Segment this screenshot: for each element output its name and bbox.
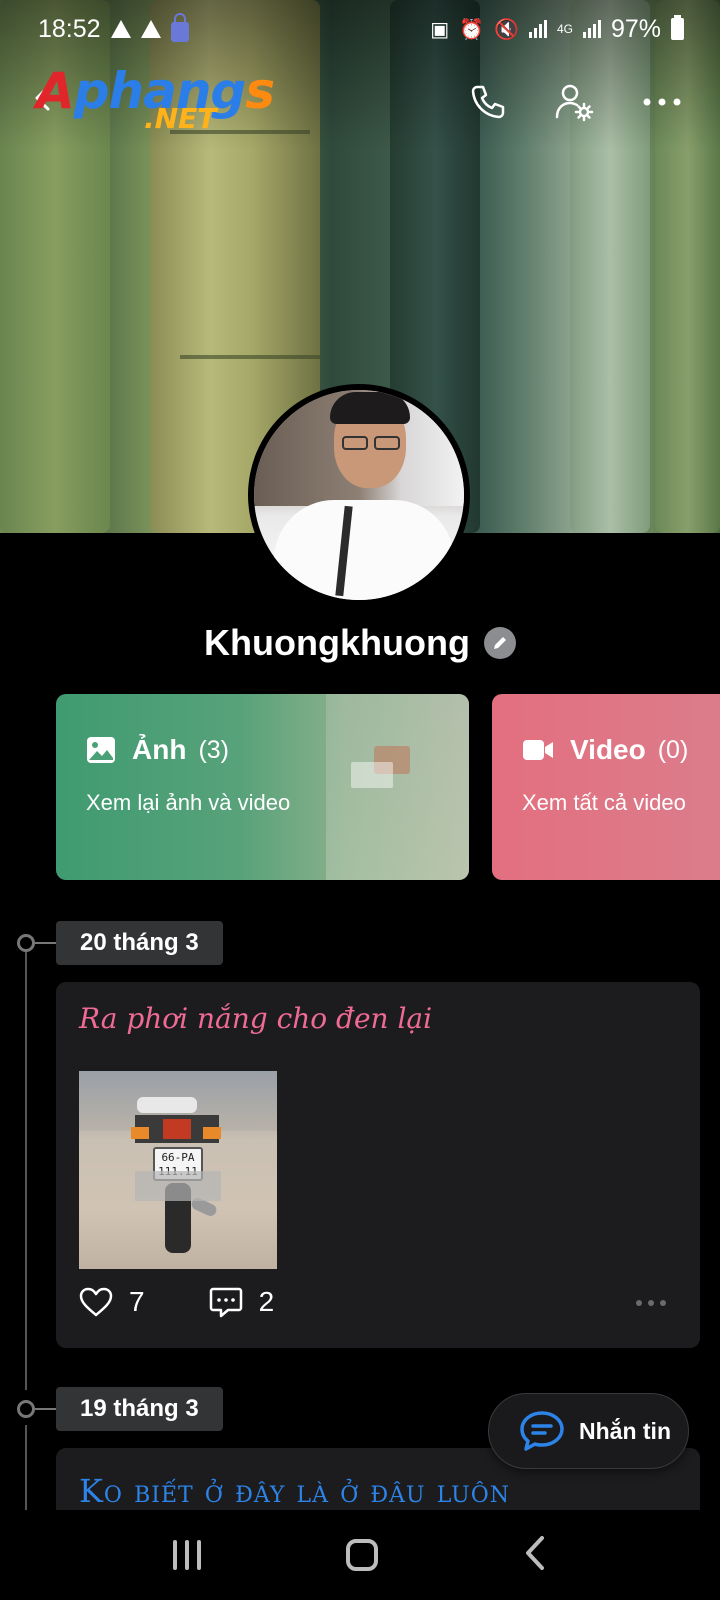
phone-icon — [471, 85, 505, 119]
signal-icon — [582, 20, 601, 38]
photos-card-title: Ảnh — [132, 734, 187, 765]
like-count: 7 — [129, 1286, 145, 1317]
recents-button[interactable] — [172, 1540, 201, 1570]
timeline-connector — [35, 1408, 57, 1410]
photos-card-count: (3) — [198, 735, 229, 764]
battery-icon — [671, 15, 684, 40]
timeline-line — [25, 950, 27, 1390]
home-button[interactable] — [345, 1539, 378, 1571]
timeline-line — [25, 1425, 27, 1510]
status-bar: 18:52 ▣ ⏰ 🔇 4G 97% — [0, 0, 720, 58]
message-button[interactable]: Nhắn tin — [488, 1393, 689, 1469]
warning-icon — [110, 20, 131, 38]
photos-card-header: Ảnh (3) — [86, 734, 229, 766]
call-button[interactable] — [466, 80, 510, 124]
system-back-button[interactable] — [523, 1535, 547, 1576]
chevron-left-icon — [526, 1535, 545, 1570]
videos-card[interactable]: Video (0) Xem tất cả video — [492, 694, 720, 880]
avatar-photo — [254, 390, 464, 600]
chat-bubble-icon — [520, 1411, 564, 1451]
timeline-dot — [17, 934, 35, 952]
post-text: Ko biết ở đây là ở đâu luôn — [79, 1472, 511, 1510]
message-button-label: Nhắn tin — [579, 1417, 671, 1444]
video-camera-icon — [523, 740, 553, 760]
post-more-button[interactable] — [636, 1300, 666, 1306]
pencil-icon — [493, 637, 506, 649]
date-chip: 19 tháng 3 — [56, 1387, 223, 1431]
post-text: Ra phơi nắng cho đen lại — [79, 1002, 433, 1035]
date-chip: 20 tháng 3 — [56, 921, 223, 965]
warning-icon — [140, 20, 161, 38]
comment-icon — [209, 1287, 242, 1318]
user-settings-icon — [555, 84, 594, 122]
videos-card-subtitle: Xem tất cả video — [522, 790, 686, 815]
license-plate-line1: 66-PA — [161, 1151, 195, 1164]
post-card[interactable]: Ra phơi nắng cho đen lại 66-PA 111.11 7 … — [56, 982, 700, 1348]
timeline-connector — [35, 942, 57, 944]
status-time: 18:52 — [38, 14, 101, 43]
image-icon — [87, 737, 115, 763]
profile-name-row: Khuongkhuong — [0, 622, 720, 664]
videos-card-header: Video (0) — [522, 734, 688, 766]
post-actions: 7 2 — [79, 1286, 274, 1318]
more-horizontal-icon — [643, 98, 681, 106]
network-type: 4G — [556, 22, 573, 36]
lock-icon — [170, 13, 189, 42]
edit-name-button[interactable] — [483, 627, 516, 659]
videos-card-count: (0) — [657, 735, 689, 764]
alarm-icon: ⏰ — [459, 18, 485, 41]
videos-card-title: Video — [570, 734, 646, 765]
like-button[interactable]: 7 — [79, 1286, 145, 1318]
avatar[interactable] — [248, 384, 470, 606]
signal-icon — [528, 20, 547, 38]
battery-saver-icon: ▣ — [430, 18, 450, 41]
mute-icon: 🔇 — [494, 18, 519, 41]
heart-icon — [79, 1287, 113, 1317]
comment-button[interactable]: 2 — [209, 1286, 275, 1318]
watermark-logo-net: .NET — [144, 102, 217, 135]
profile-settings-button[interactable] — [552, 80, 596, 124]
profile-name: Khuongkhuong — [204, 622, 470, 663]
post-photo[interactable]: 66-PA 111.11 — [79, 1071, 277, 1269]
timeline-dot — [17, 1400, 35, 1418]
photos-card[interactable]: Ảnh (3) Xem lại ảnh và video — [56, 694, 469, 880]
photos-card-subtitle: Xem lại ảnh và video — [86, 790, 291, 815]
battery-percent: 97% — [610, 14, 661, 43]
system-nav-bar — [0, 1510, 720, 1600]
comment-count: 2 — [258, 1286, 275, 1317]
profile-toolbar: Aphangs .NET — [0, 60, 720, 148]
more-options-button[interactable] — [640, 80, 684, 124]
